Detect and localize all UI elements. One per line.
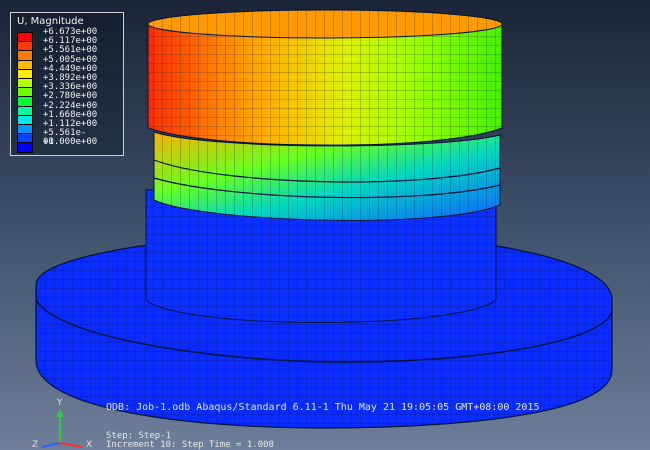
- legend-swatch: [17, 142, 33, 154]
- legend-panel: U, Magnitude +6.673e+00 +6.117e+00 +5.561e…: [10, 12, 124, 156]
- step-info: Step: Step-1 Increment 10: Step Time = 1…: [106, 432, 274, 450]
- z-axis-line: [41, 442, 61, 448]
- legend-tick-label: +0.000e+00: [43, 137, 98, 148]
- increment-line: Increment 10: Step Time = 1.000: [106, 440, 274, 450]
- top-cylinder: [147, 9, 503, 146]
- legend-title: U, Magnitude: [17, 16, 84, 27]
- odb-info-line: ODB: Job-1.odb Abaqus/Standard 6.11-1 Th…: [106, 402, 540, 413]
- x-axis-label: X: [86, 440, 93, 450]
- z-axis-label: Z: [32, 440, 39, 450]
- y-axis-label: Y: [57, 398, 63, 408]
- x-axis-line: [59, 442, 83, 448]
- y-axis-arrow: [56, 409, 64, 417]
